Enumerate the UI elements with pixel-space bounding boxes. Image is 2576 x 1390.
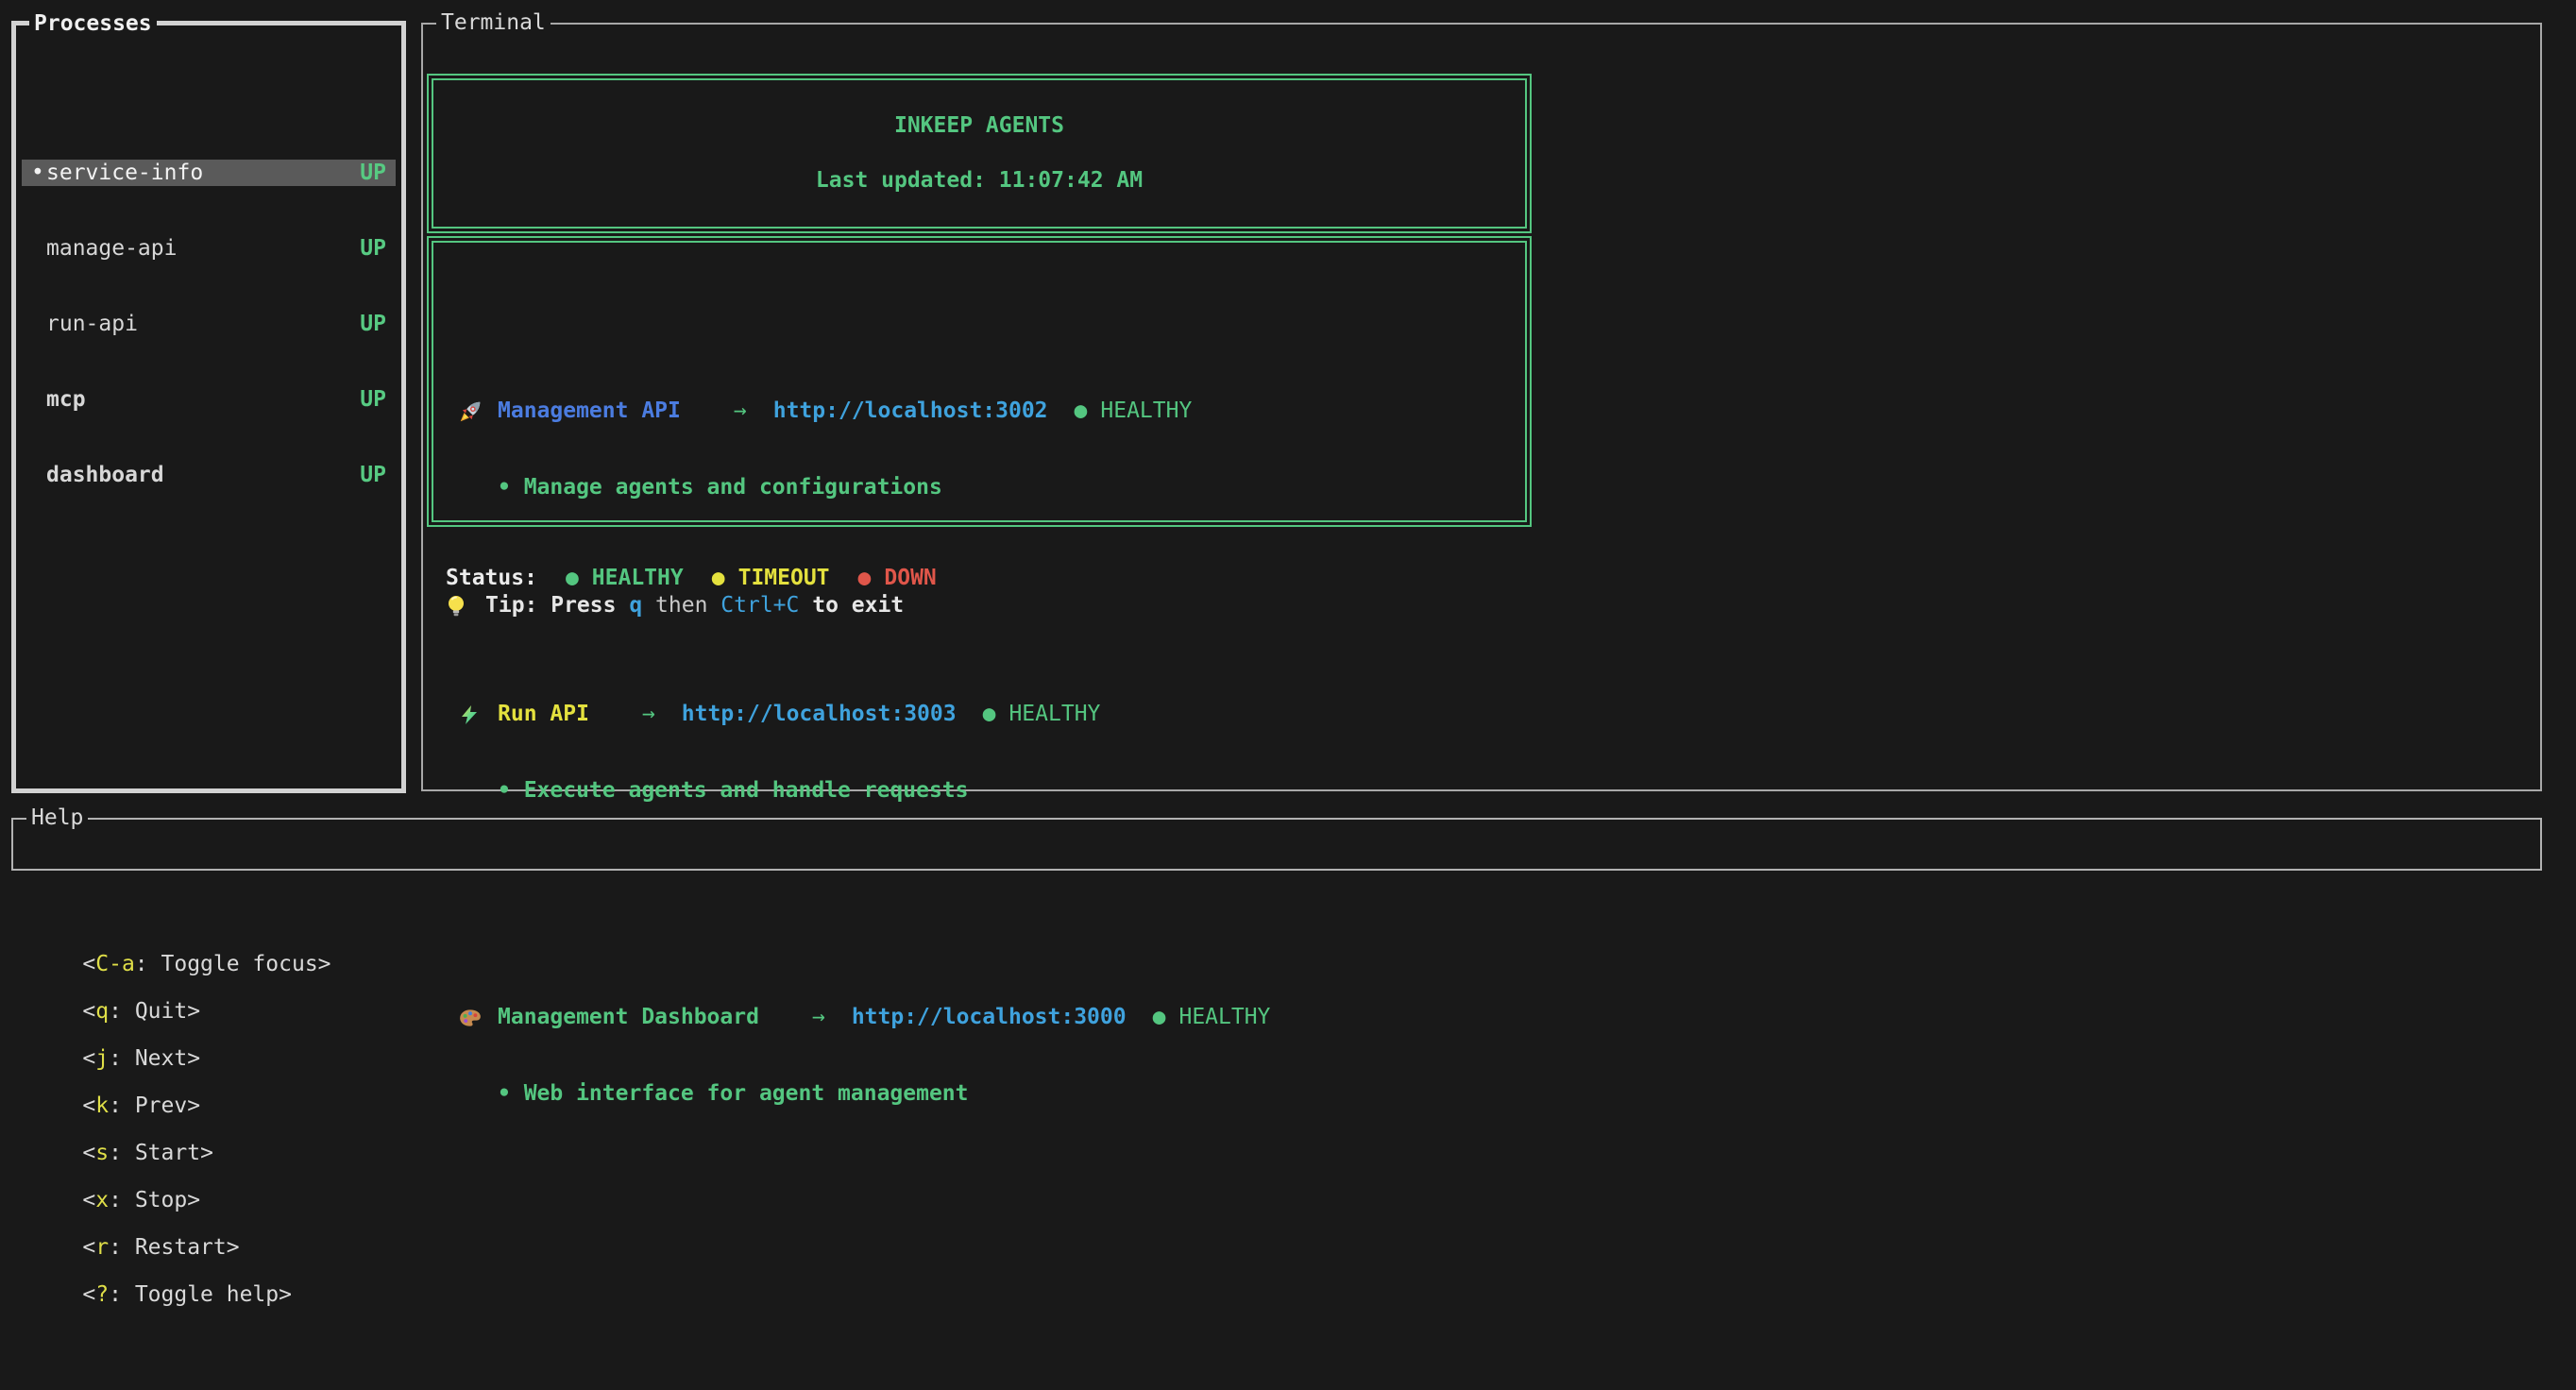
arrow-icon: → [734, 398, 747, 425]
service-name: Management API [498, 398, 681, 425]
shortcut-start: <s: Start> [82, 1141, 213, 1165]
process-status-badge: UP [360, 462, 386, 488]
last-updated-text: Last updated: 11:07:42 AM [816, 167, 1143, 195]
help-panel: Help <C-a: Toggle focus> <q: Quit> <j: N… [11, 818, 2542, 871]
service-health-status: HEALTHY [1008, 701, 1100, 728]
terminal-output: INKEEP AGENTS Last updated: 11:07:42 AM [423, 25, 2540, 789]
status-legend-label: Status: [446, 565, 537, 592]
shortcut-stop: <x: Stop> [82, 1188, 200, 1212]
shortcut-prev: <k: Prev> [82, 1093, 200, 1118]
services-box: Management API → http://localhost:3002 ●… [427, 236, 1532, 527]
help-panel-title: Help [26, 805, 88, 831]
process-row-dashboard[interactable]: dashboard UP [22, 462, 396, 488]
process-row-mcp[interactable]: mcp UP [22, 386, 396, 413]
process-row-run-api[interactable]: run-api UP [22, 311, 396, 337]
shortcut-quit: <q: Quit> [82, 999, 200, 1024]
tip-text: Tip: Press [485, 592, 629, 619]
rocket-icon [458, 399, 484, 424]
processes-panel[interactable]: Processes • service-info UP manage-api U… [11, 21, 406, 793]
agents-title: INKEEP AGENTS [894, 112, 1064, 140]
process-row-service-info[interactable]: • service-info UP [22, 160, 396, 186]
agents-header-box: INKEEP AGENTS Last updated: 11:07:42 AM [427, 74, 1532, 233]
service-url[interactable]: http://localhost:3002 [773, 398, 1048, 425]
healthy-dot-icon: ● [566, 566, 579, 590]
process-status-badge: UP [360, 386, 386, 413]
shortcut-restart: <r: Restart> [82, 1235, 239, 1260]
lightning-icon [458, 703, 484, 726]
processes-panel-title: Processes [29, 10, 157, 37]
process-status-badge: UP [360, 311, 386, 337]
bulb-icon [446, 594, 470, 619]
terminal-panel[interactable]: Terminal INKEEP AGENTS Last updated: 11:… [421, 23, 2542, 791]
process-name: run-api [46, 311, 360, 337]
timeout-dot-icon: ● [712, 566, 725, 590]
shortcut-toggle-focus: <C-a: Toggle focus> [82, 952, 330, 976]
tip-line: Tip: Press q then Ctrl+C to exit [446, 592, 904, 619]
process-status-badge: UP [360, 235, 386, 262]
service-name: Run API [498, 701, 589, 728]
shortcut-next: <j: Next> [82, 1046, 200, 1071]
legend-down: ●DOWN [858, 565, 937, 592]
process-name: dashboard [46, 462, 360, 488]
process-name: mcp [46, 386, 360, 413]
app-background: { "colors": { "background": "#191919", "… [0, 0, 2576, 903]
tip-text: then [642, 592, 720, 619]
status-legend: Status: ●HEALTHY ●TIMEOUT ●DOWN [446, 565, 937, 592]
legend-timeout: ●TIMEOUT [712, 565, 830, 592]
process-name: manage-api [46, 235, 360, 262]
tip-key-ctrl-c: Ctrl+C [720, 592, 799, 619]
process-name: service-info [46, 160, 360, 186]
tip-key-q: q [629, 592, 642, 619]
arrow-icon: → [642, 701, 655, 728]
health-dot-icon: ● [1075, 398, 1088, 425]
selected-bullet-icon: • [31, 160, 46, 186]
service-description: • Manage agents and configurations [458, 474, 1525, 501]
shortcut-toggle-help: <?: Toggle help> [82, 1282, 292, 1307]
process-list: • service-info UP manage-api UP run-api … [16, 99, 401, 537]
service-management-api: Management API → http://localhost:3002 ●… [458, 348, 1525, 551]
legend-healthy: ●HEALTHY [566, 565, 684, 592]
help-shortcuts: <C-a: Toggle focus> <q: Quit> <j: Next> … [13, 893, 2540, 1365]
service-health-status: HEALTHY [1100, 398, 1192, 425]
tip-text: to exit [799, 592, 904, 619]
down-dot-icon: ● [858, 566, 872, 590]
service-description: • Execute agents and handle requests [458, 777, 1525, 805]
service-url[interactable]: http://localhost:3003 [682, 701, 957, 728]
process-row-manage-api[interactable]: manage-api UP [22, 235, 396, 262]
process-status-badge: UP [360, 160, 386, 186]
health-dot-icon: ● [983, 701, 996, 728]
